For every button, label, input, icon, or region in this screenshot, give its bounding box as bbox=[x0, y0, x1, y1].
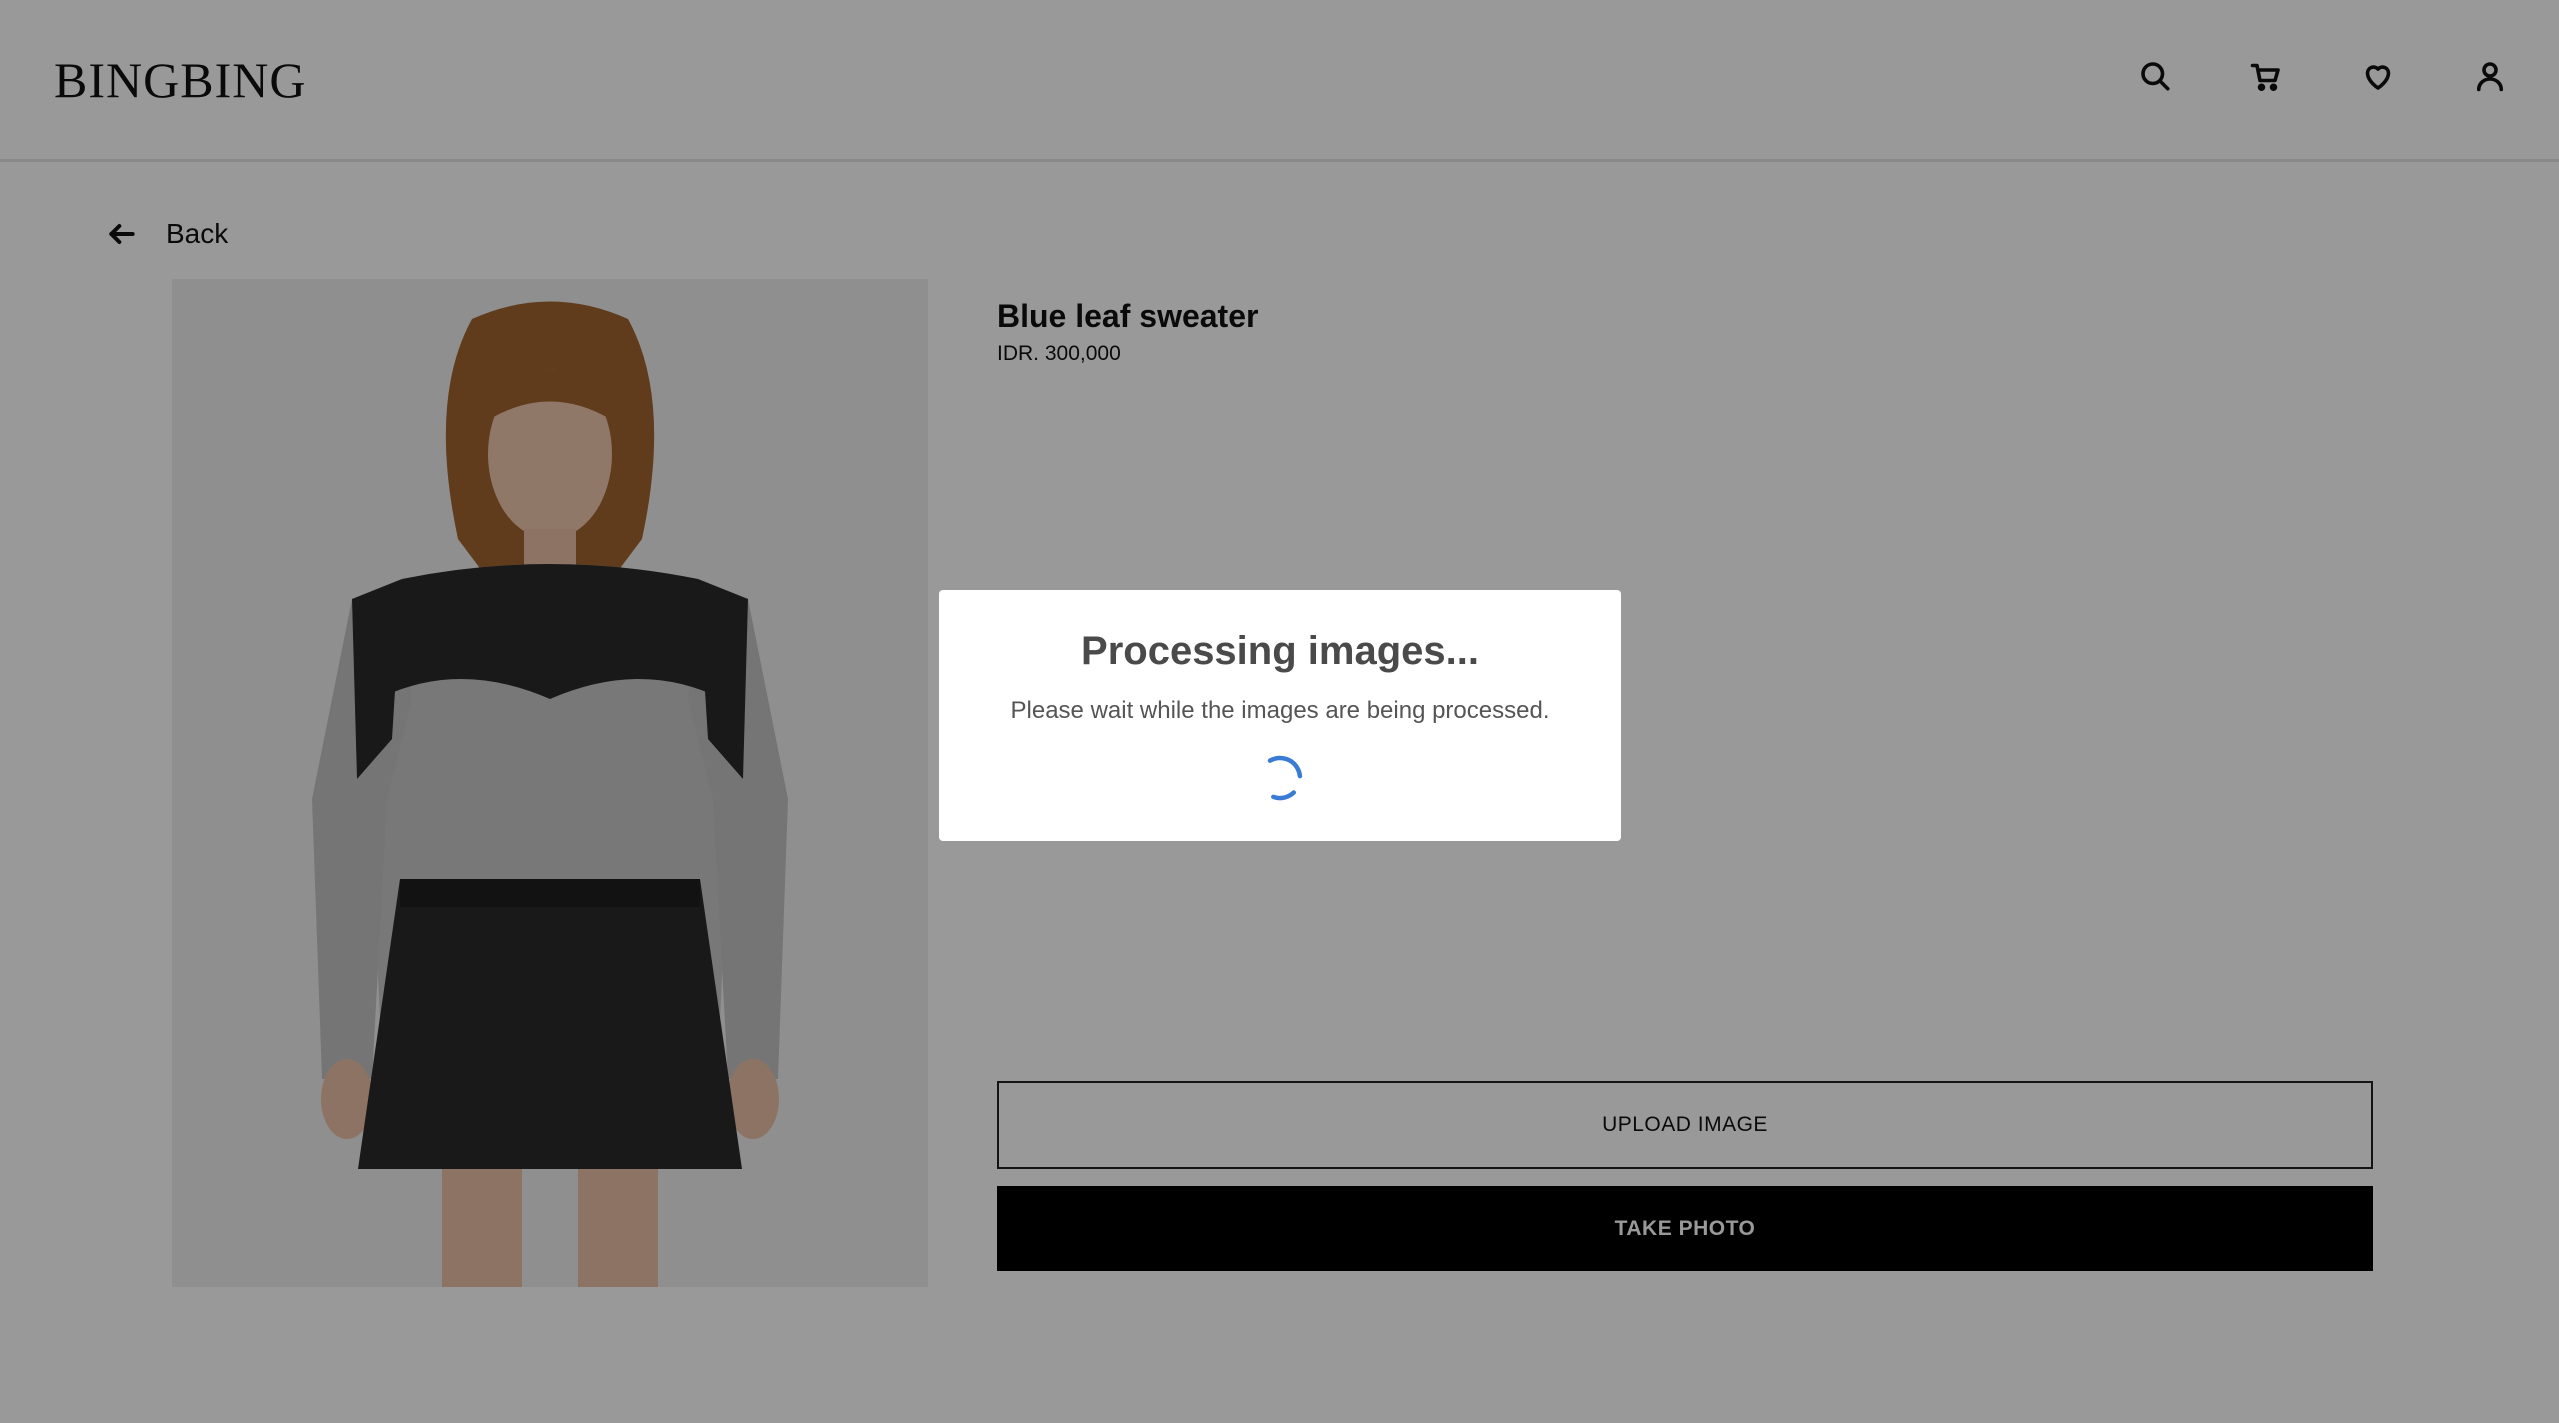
loading-spinner-icon bbox=[1254, 752, 1306, 804]
modal-title: Processing images... bbox=[1081, 629, 1479, 673]
page: BINGBING Back Blue leaf sweater IDR. 300… bbox=[0, 0, 2559, 1423]
modal-message: Please wait while the images are being p… bbox=[1010, 697, 1550, 724]
processing-modal: Processing images... Please wait while t… bbox=[939, 590, 1621, 841]
